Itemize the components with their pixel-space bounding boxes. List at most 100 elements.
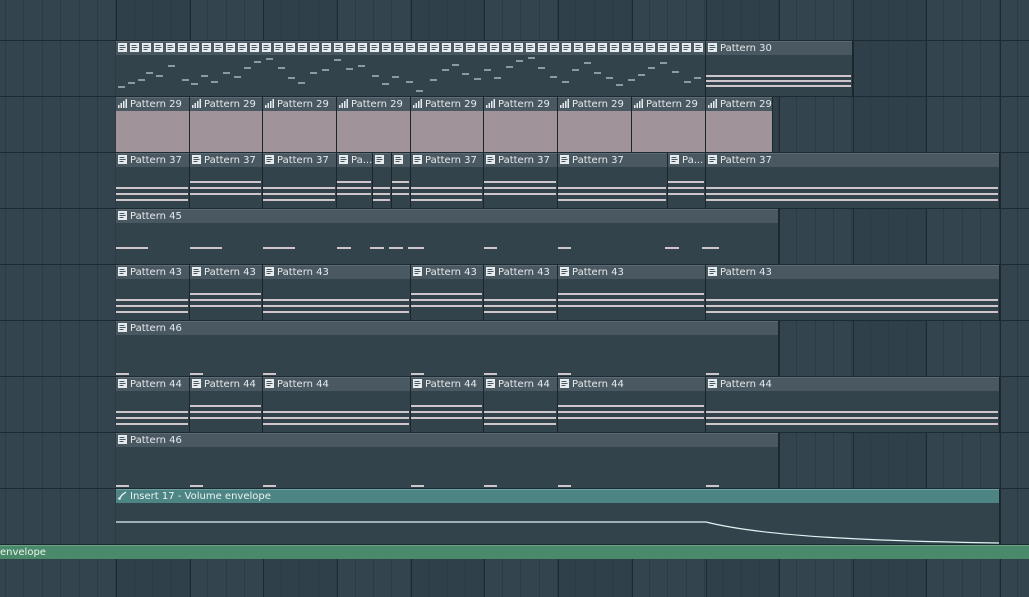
clip-body (116, 167, 189, 208)
pattern-icon (192, 267, 201, 276)
clip-header: Insert 17 - Volume envelope (116, 489, 999, 503)
clip-label: Pattern 37 (277, 155, 329, 166)
pattern-icon (262, 43, 271, 52)
clip-pattern[interactable]: Pattern 29 (484, 97, 558, 152)
clip-pattern[interactable]: Pattern 37 (116, 153, 190, 208)
mini-pattern-strip (116, 41, 705, 55)
clip-header: Pattern 46 (116, 321, 778, 335)
clip-pattern[interactable]: Pattern 37 (263, 153, 337, 208)
note (263, 311, 409, 313)
note (191, 83, 198, 85)
clip-pattern[interactable]: Pattern 45 (116, 209, 779, 264)
note (702, 247, 716, 249)
clip-pattern[interactable]: Pattern 43 (411, 265, 484, 320)
clip-label: Pattern 46 (130, 435, 182, 446)
clip-pattern[interactable]: Pattern 29 (190, 97, 263, 152)
clip-pattern[interactable]: Pattern 44 (263, 377, 411, 432)
pattern-icon (214, 43, 223, 52)
pattern-icon (486, 155, 495, 164)
pattern-icon (442, 43, 451, 52)
pattern-icon (694, 43, 703, 52)
note (337, 181, 371, 183)
note (484, 305, 556, 307)
clip-pattern[interactable]: Pattern 29 (116, 97, 190, 152)
pattern-icon (339, 155, 348, 164)
clip-pattern[interactable]: Pattern 29 (337, 97, 411, 152)
clip-pattern[interactable] (373, 153, 392, 208)
note (190, 187, 261, 189)
clip-header: Pattern 29 (263, 97, 336, 111)
clip-pattern[interactable]: Pattern 29 (411, 97, 484, 152)
clip-header: Pattern 43 (411, 265, 483, 279)
pattern-icon (634, 43, 643, 52)
clip-pattern[interactable]: Pattern 37 (484, 153, 558, 208)
pattern-icon (358, 43, 367, 52)
pattern-icon (130, 43, 139, 52)
clip-pattern[interactable]: Pattern 43 (263, 265, 411, 320)
clip-pattern[interactable]: Pa... (337, 153, 373, 208)
clip-pattern[interactable]: Pattern 29 (558, 97, 632, 152)
clip-pattern[interactable]: Pattern 44 (190, 377, 263, 432)
clip-pattern[interactable]: Pattern 37 (190, 153, 263, 208)
pattern-icon (560, 379, 569, 388)
clip-header: Pattern 45 (116, 209, 778, 223)
clip-automation[interactable]: Insert 17 - Volume envelope (116, 489, 1000, 544)
clip-pattern[interactable] (392, 153, 411, 208)
clip-label: Pattern 44 (572, 379, 624, 390)
clip-pattern[interactable]: Pattern 44 (558, 377, 706, 432)
clip-pattern[interactable]: Pattern 37 (558, 153, 668, 208)
clip-body (411, 279, 483, 320)
clip-body (373, 167, 391, 208)
clip-pattern-30[interactable]: Pattern 30 (706, 41, 853, 96)
pattern-icon (166, 43, 175, 52)
clip-body (558, 111, 631, 152)
note (223, 72, 230, 74)
note (190, 405, 261, 407)
note (346, 68, 353, 70)
pattern-icon (238, 43, 247, 52)
clip-pattern[interactable]: Pattern 46 (116, 433, 779, 488)
pattern-icon (670, 155, 679, 164)
pattern-icon (192, 379, 201, 388)
clip-body (484, 111, 557, 152)
clip-pattern[interactable]: Pattern 44 (411, 377, 484, 432)
clip-pattern[interactable]: Pattern 44 (484, 377, 558, 432)
clip-pattern[interactable]: Pattern 43 (706, 265, 1000, 320)
clip-pattern[interactable]: Pattern 43 (558, 265, 706, 320)
note (116, 485, 129, 487)
automation-lane-envelope[interactable]: envelope (0, 545, 1029, 559)
clip-pattern[interactable]: Pa... (668, 153, 706, 208)
clip-header: Pattern 29 (337, 97, 410, 111)
note (190, 485, 203, 487)
note (594, 72, 601, 74)
pattern-icon (502, 43, 511, 52)
clip-mini-patterns[interactable] (116, 41, 706, 96)
clip-pattern[interactable]: Pattern 29 (263, 97, 337, 152)
pattern-icon (226, 43, 235, 52)
clip-pattern[interactable]: Pattern 37 (706, 153, 1000, 208)
note (484, 411, 556, 413)
clip-pattern[interactable]: Pattern 43 (190, 265, 263, 320)
pattern-icon (560, 155, 569, 164)
clip-label: Pattern 43 (572, 267, 624, 278)
pattern-icon (118, 435, 127, 444)
clip-pattern[interactable]: Pattern 37 (411, 153, 484, 208)
note (706, 373, 719, 375)
clip-body (706, 167, 999, 208)
clip-pattern[interactable]: Pattern 29 (632, 97, 706, 152)
note (411, 199, 482, 201)
clip-pattern[interactable]: Pattern 46 (116, 321, 779, 376)
clip-label: Pattern 43 (720, 267, 772, 278)
clip-label: Pattern 43 (425, 267, 477, 278)
pattern-icon (322, 43, 331, 52)
clip-pattern[interactable]: Pattern 44 (116, 377, 190, 432)
note (558, 305, 704, 307)
clip-pattern[interactable]: Pattern 44 (706, 377, 1000, 432)
clip-pattern[interactable]: Pattern 43 (484, 265, 558, 320)
note (528, 57, 535, 59)
clip-pattern[interactable]: Pattern 29 (706, 97, 773, 152)
clip-body (668, 167, 705, 208)
note (116, 187, 188, 189)
clip-pattern[interactable]: Pattern 43 (116, 265, 190, 320)
clip-body (263, 167, 336, 208)
